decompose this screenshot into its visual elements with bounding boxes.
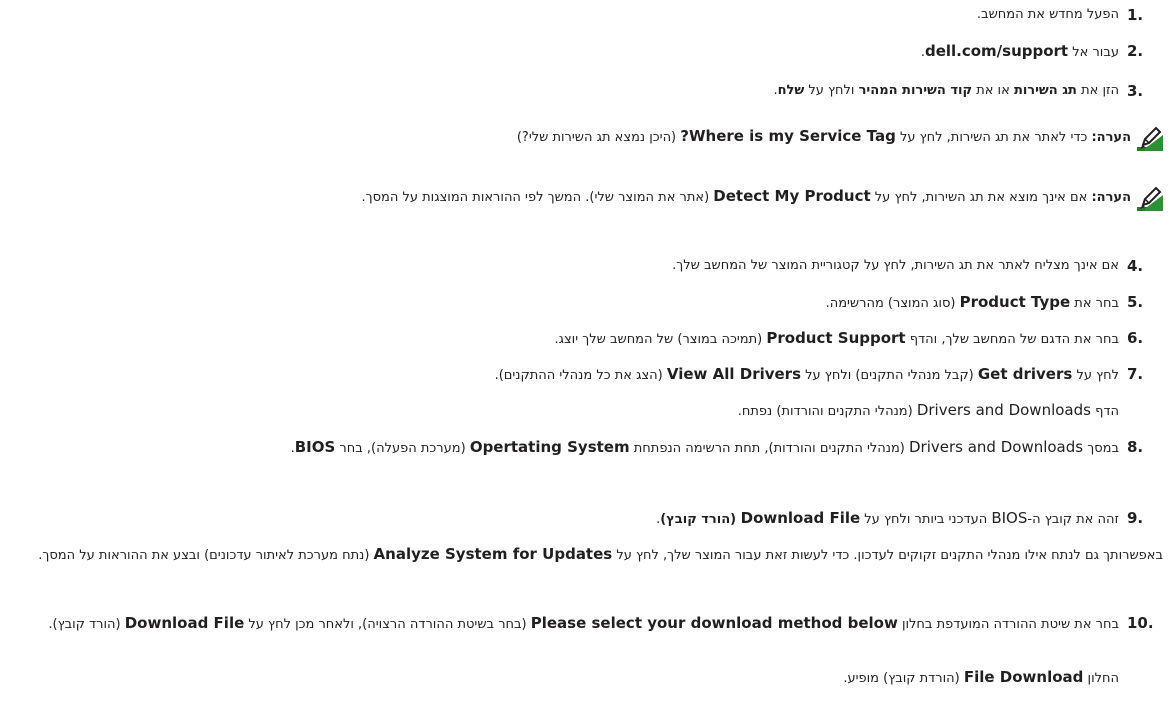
support-link[interactable]: dell.com/support [925,42,1068,60]
step-number: 8. [1127,438,1144,456]
note-pencil-icon [1137,125,1163,151]
step-text: אם אינך מצליח לאתר את תג השירות, לחץ על … [672,258,1119,273]
step-9: 9. זהה את קובץ ה-BIOS העדכני ביותר ולחץ … [10,507,1163,529]
step-number: 2. [1127,42,1144,60]
step-number: 3. [1127,82,1144,100]
step-number: 5. [1127,293,1144,311]
note-2: הערה: אם אינך מוצא את תג השירות, לחץ על … [10,185,1163,233]
step-number: 1. [1127,6,1144,24]
step-1: 1. הפעל מחדש את המחשב. [10,4,1163,26]
step-number: 6. [1127,329,1144,347]
step-7: 7. לחץ על Get drivers (קבל מנהלי התקנים)… [10,363,1163,385]
step-6: 6. בחר את הדגם של המחשב שלך, והדף Produc… [10,327,1163,349]
document-page: 1. הפעל מחדש את המחשב. 2. עבור אל dell.c… [0,0,1173,701]
step-2: 2. עבור אל dell.com/support. [10,40,1163,62]
step-9-paragraph: באפשרותך גם לנתח אילו מנהלי התקנים זקוקי… [38,545,1163,563]
step-3: 3. הזן את תג השירות או את קוד השירות המה… [10,80,1163,102]
step-number: 4. [1127,257,1144,275]
note-pencil-icon [1137,185,1163,211]
step-4: 4. אם אינך מצליח לאתר את תג השירות, לחץ … [10,255,1163,277]
step-text: הפעל מחדש את המחשב. [976,7,1119,22]
step-10-result: החלון File Download (הורדת קובץ) מופיע. [843,668,1119,686]
step-5: 5. בחר את Product Type (סוג המוצר) מהרשי… [10,291,1163,313]
step-number: 10. [1127,614,1154,632]
step-7-result: הדף Drivers and Downloads (מנהלי התקנים … [737,401,1119,419]
note-1: הערה: כדי לאתר את תג השירות, לחץ על Wher… [10,125,1163,153]
note-label: הערה: [1091,190,1131,205]
step-8: 8. במסך Drivers and Downloads (מנהלי התק… [10,436,1163,480]
note-label: הערה: [1091,130,1131,145]
step-number: 9. [1127,509,1144,527]
step-number: 7. [1127,365,1144,383]
step-10: 10. בחר את שיטת ההורדה המועדפת בחלון Ple… [10,612,1163,656]
